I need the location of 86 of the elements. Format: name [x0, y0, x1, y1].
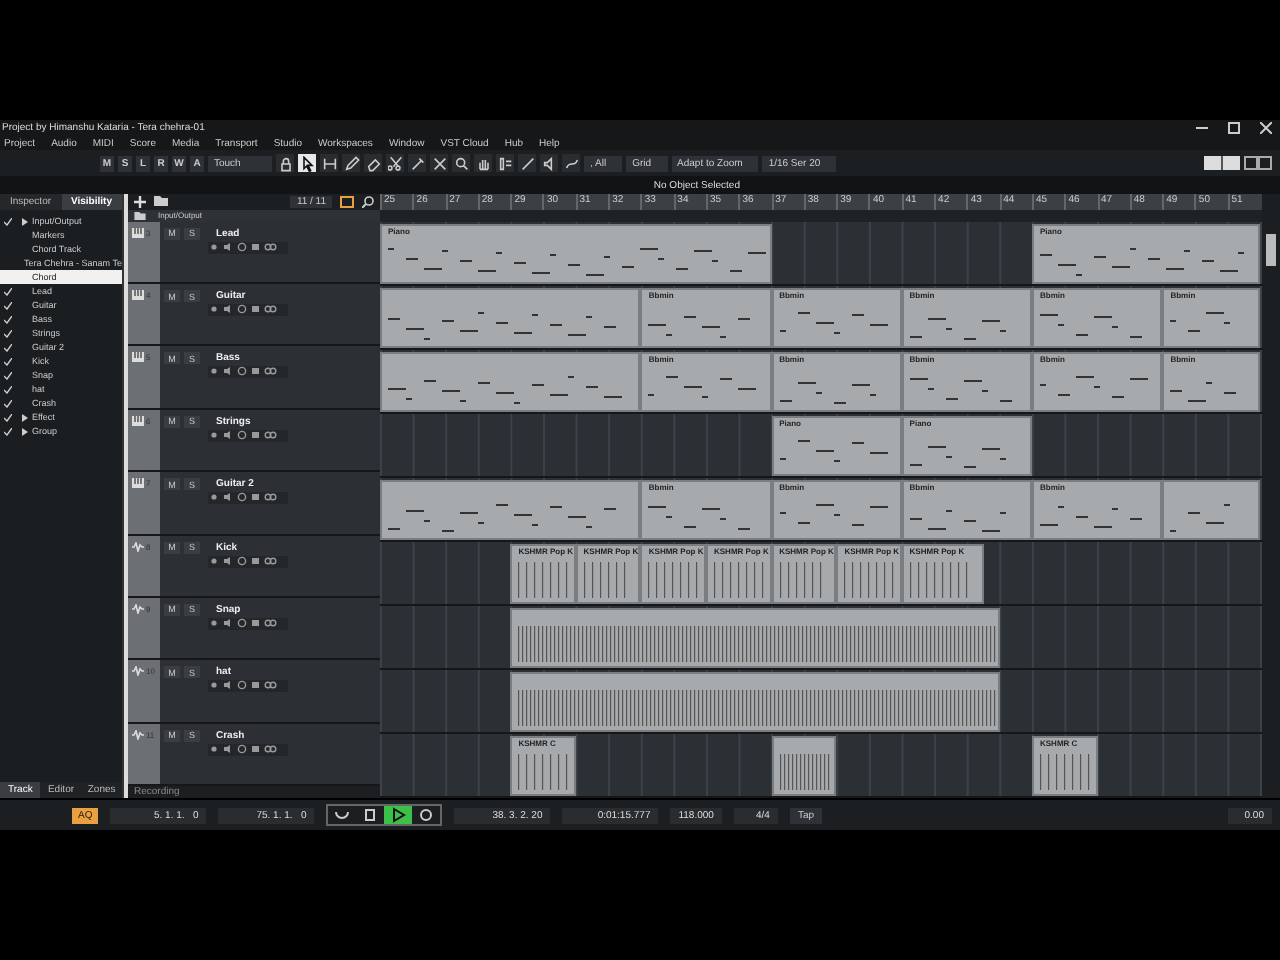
midi-clip[interactable]: [380, 480, 641, 540]
add-icon[interactable]: [134, 195, 146, 208]
audio-clip[interactable]: [510, 672, 1000, 732]
midi-notes-drawing: [909, 504, 1006, 532]
midi-notes-drawing: [779, 440, 888, 462]
expand-arrow-icon[interactable]: [21, 217, 27, 225]
waveform-drawing: [779, 754, 833, 790]
check-mark[interactable]: [4, 217, 12, 225]
tool-button[interactable]: [496, 154, 514, 172]
waveform-icon: [132, 541, 144, 552]
midi-notes-drawing: [779, 312, 888, 334]
check-mark[interactable]: [4, 287, 12, 295]
midi-clip[interactable]: [1162, 480, 1261, 540]
check-mark[interactable]: [4, 301, 12, 309]
track-controls-drawing[interactable]: [208, 617, 288, 630]
waveform-icon: [132, 666, 144, 677]
tool-button[interactable]: [276, 154, 294, 172]
midi-notes-drawing: [909, 312, 1006, 340]
waveform-drawing: [518, 754, 568, 790]
midi-notes-drawing: [779, 504, 888, 526]
midi-notes-drawing: [1170, 376, 1237, 402]
keyboard-icon: [132, 227, 144, 238]
midi-clip[interactable]: [380, 288, 641, 348]
midi-notes-drawing: [909, 376, 1012, 402]
midi-notes-drawing: [1040, 312, 1142, 338]
waveform-icon: [132, 729, 144, 740]
track-controls-drawing[interactable]: [208, 429, 288, 442]
monitor-icon[interactable]: [340, 195, 354, 208]
midi-notes-drawing: [648, 312, 751, 338]
play-icon[interactable]: [384, 806, 413, 824]
check-mark[interactable]: [4, 399, 12, 407]
scrollbar-thumb[interactable]: [1266, 234, 1276, 266]
track-controls-drawing[interactable]: [208, 366, 288, 379]
midi-notes-drawing: [779, 376, 876, 404]
track-controls-drawing[interactable]: [208, 304, 288, 317]
waveform-drawing: [1040, 754, 1090, 790]
waveform-icon: [132, 603, 144, 614]
midi-notes-drawing: [1040, 504, 1142, 528]
midi-notes-drawing: [1170, 504, 1231, 532]
check-mark[interactable]: [4, 343, 12, 351]
minimize-icon[interactable]: [1196, 122, 1208, 134]
close-icon[interactable]: [1260, 122, 1272, 134]
tool-button[interactable]: [540, 154, 558, 172]
midi-notes-drawing: [1170, 312, 1231, 332]
check-mark[interactable]: [4, 385, 12, 393]
tool-button[interactable]: [364, 154, 382, 172]
keyboard-icon: [132, 478, 144, 489]
waveform-drawing: [844, 562, 894, 598]
tool-button[interactable]: [518, 154, 536, 172]
restore-icon[interactable]: [1228, 122, 1240, 134]
track-controls-drawing[interactable]: [208, 743, 288, 756]
check-mark[interactable]: [4, 315, 12, 323]
tool-button[interactable]: [430, 154, 448, 172]
keyboard-icon: [132, 352, 144, 363]
track-controls-drawing[interactable]: [208, 555, 288, 568]
search-icon[interactable]: [362, 195, 374, 208]
midi-clip[interactable]: [380, 352, 641, 412]
keyboard-icon: [132, 415, 144, 426]
tool-button[interactable]: [562, 154, 580, 172]
layout-icon[interactable]: [1204, 156, 1240, 170]
midi-notes-drawing: [648, 504, 751, 530]
track-controls-drawing[interactable]: [208, 492, 288, 505]
track-controls-drawing[interactable]: [208, 241, 288, 254]
keyboard-icon: [132, 290, 144, 301]
waveform-drawing: [714, 562, 764, 598]
tool-button[interactable]: [408, 154, 426, 172]
midi-notes-drawing: [909, 440, 1006, 468]
check-mark[interactable]: [4, 357, 12, 365]
midi-notes-drawing: [1040, 376, 1148, 398]
check-mark[interactable]: [4, 371, 12, 379]
waveform-drawing: [648, 562, 698, 598]
panel-icon[interactable]: [1244, 156, 1272, 170]
tool-button[interactable]: [474, 154, 492, 172]
track-controls-drawing[interactable]: [208, 680, 288, 693]
check-mark[interactable]: [4, 329, 12, 337]
tool-button[interactable]: [452, 154, 470, 172]
audio-clip[interactable]: [510, 608, 1000, 668]
tool-button[interactable]: [386, 154, 404, 172]
tool-button[interactable]: [298, 154, 316, 172]
tool-button[interactable]: [320, 154, 338, 172]
tool-button[interactable]: [342, 154, 360, 172]
waveform-drawing: [518, 562, 568, 598]
check-mark[interactable]: [4, 413, 12, 421]
check-mark[interactable]: [4, 427, 12, 435]
midi-notes-drawing: [648, 376, 757, 398]
audio-clip[interactable]: [771, 736, 837, 796]
